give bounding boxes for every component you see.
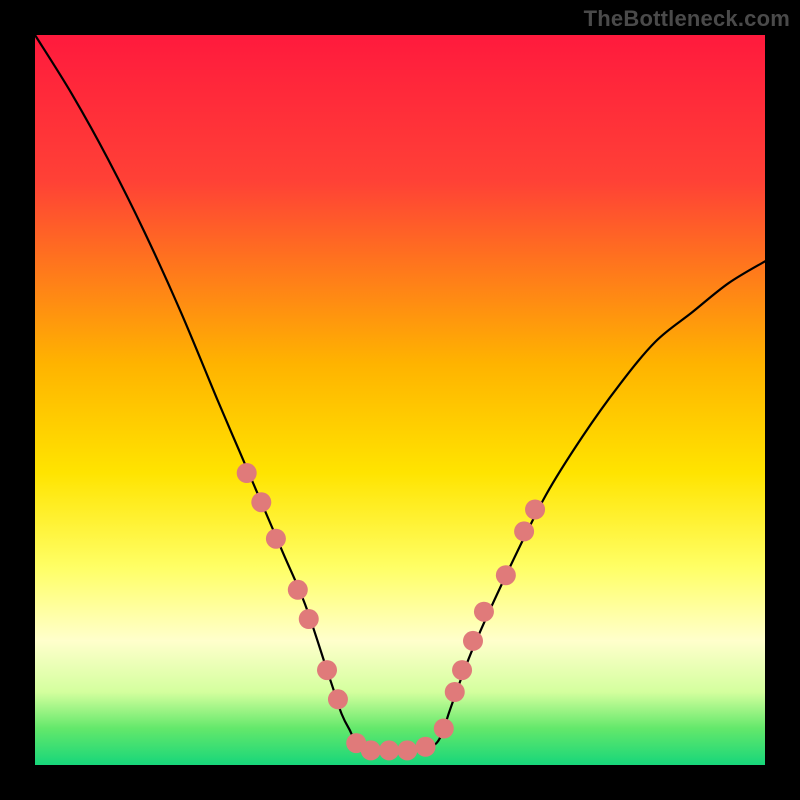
chart-frame: TheBottleneck.com <box>0 0 800 800</box>
highlight-dot <box>434 719 454 739</box>
highlight-dot <box>416 737 436 757</box>
highlight-dot <box>266 529 286 549</box>
highlight-dot <box>452 660 472 680</box>
highlight-dot <box>328 689 348 709</box>
highlight-dot <box>474 602 494 622</box>
highlight-dot <box>525 500 545 520</box>
highlight-dot <box>288 580 308 600</box>
highlight-dot <box>397 740 417 760</box>
highlight-dot <box>514 521 534 541</box>
highlight-dot <box>317 660 337 680</box>
highlight-dot <box>361 740 381 760</box>
highlight-dot <box>496 565 516 585</box>
bottleneck-chart <box>0 0 800 800</box>
highlight-dot <box>445 682 465 702</box>
highlight-dot <box>299 609 319 629</box>
plot-background <box>35 35 765 765</box>
highlight-dot <box>379 740 399 760</box>
highlight-dot <box>463 631 483 651</box>
highlight-dot <box>237 463 257 483</box>
highlight-dot <box>251 492 271 512</box>
